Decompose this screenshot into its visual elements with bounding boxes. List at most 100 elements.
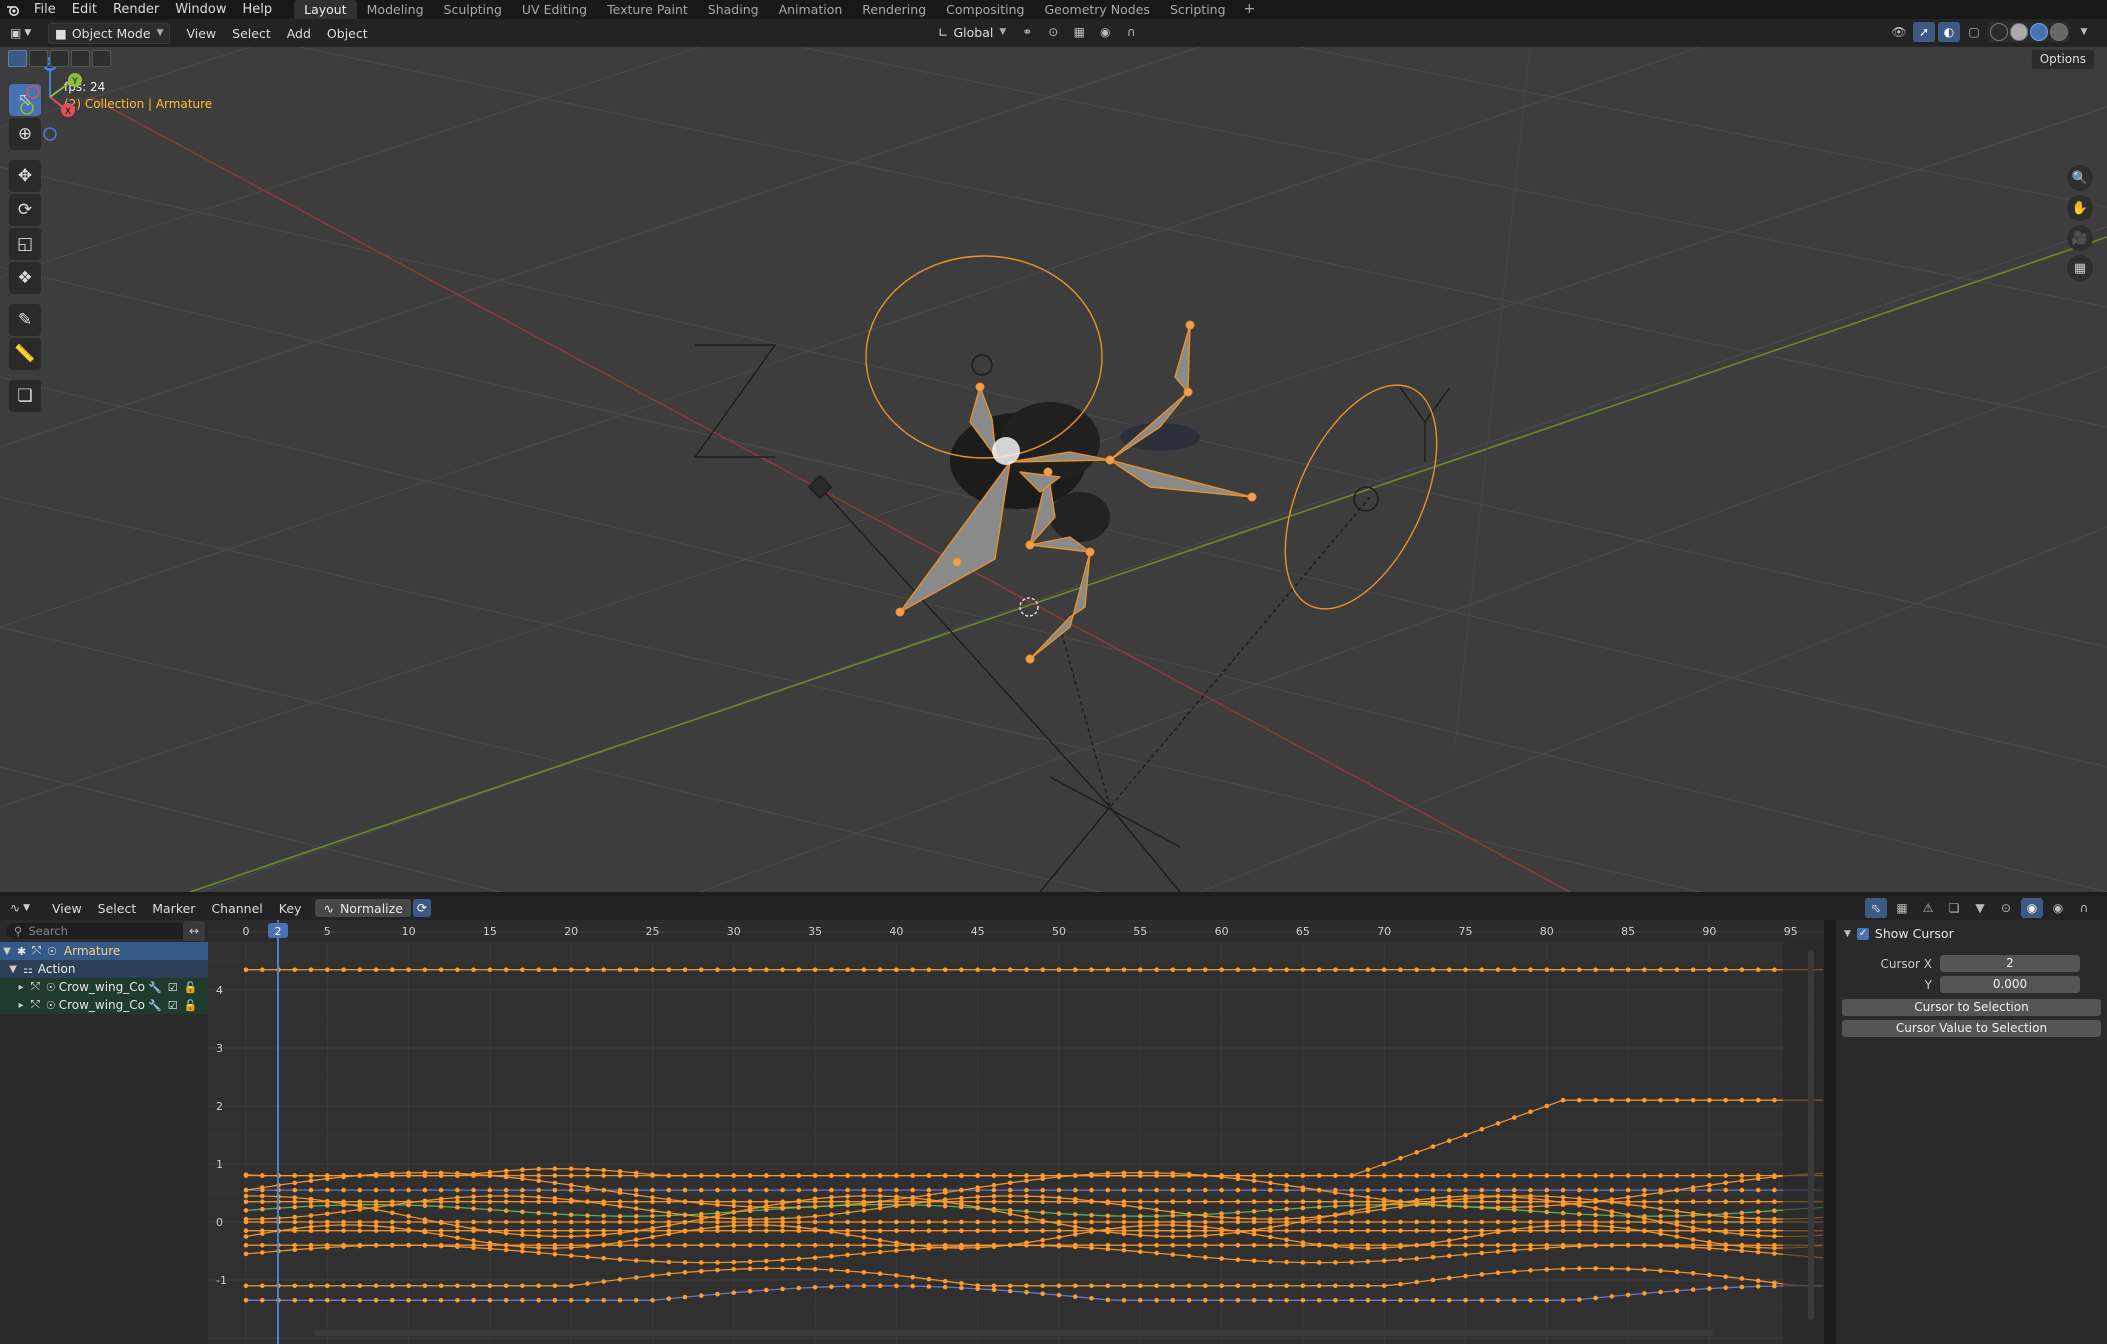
keyframe-point[interactable] bbox=[1024, 1199, 1029, 1204]
keyframe-point[interactable] bbox=[568, 1197, 574, 1203]
keyframe-point[interactable] bbox=[812, 1242, 818, 1248]
keyframe-point[interactable] bbox=[487, 1199, 493, 1204]
keyframe-point[interactable] bbox=[1414, 1150, 1419, 1155]
keyframe-point[interactable] bbox=[1333, 1298, 1338, 1303]
keyframe-point[interactable] bbox=[699, 1293, 704, 1298]
keyframe-point[interactable] bbox=[877, 1219, 883, 1225]
auto-normalize-icon[interactable]: ⟳ bbox=[412, 899, 431, 917]
keyframe-point[interactable] bbox=[1512, 1228, 1517, 1233]
keyframe-point[interactable] bbox=[1446, 1298, 1452, 1303]
keyframe-point[interactable] bbox=[1707, 1187, 1712, 1193]
keyframe-point[interactable] bbox=[406, 1219, 411, 1225]
keyframe-point[interactable] bbox=[812, 967, 818, 972]
keyframe-point[interactable] bbox=[1430, 1200, 1436, 1205]
keyframe-point[interactable] bbox=[1040, 1194, 1045, 1199]
keyframe-point[interactable] bbox=[829, 1228, 834, 1233]
gizmo-neg-y-handle[interactable] bbox=[20, 101, 34, 115]
keyframe-point[interactable] bbox=[422, 1283, 428, 1289]
keyframe-point[interactable] bbox=[699, 1219, 704, 1225]
only-errors-icon[interactable]: ⚠ bbox=[1917, 898, 1939, 918]
keyframe-point[interactable] bbox=[1739, 1199, 1745, 1204]
channel-armature[interactable]: ▼ ✱ ⤲ ☉ Armature bbox=[0, 942, 208, 960]
keyframe-point[interactable] bbox=[1154, 1213, 1159, 1219]
keyframe-point[interactable] bbox=[633, 1237, 639, 1242]
keyframe-point[interactable] bbox=[1154, 967, 1159, 972]
keyframe-point[interactable] bbox=[1300, 1205, 1306, 1211]
keyframe-point[interactable] bbox=[699, 1242, 704, 1248]
keyframe-point[interactable] bbox=[487, 1219, 493, 1225]
keyframe-point[interactable] bbox=[1430, 1144, 1436, 1149]
keyframe-point[interactable] bbox=[568, 1166, 574, 1172]
keyframe-point[interactable] bbox=[471, 1199, 476, 1204]
keyframe-point[interactable] bbox=[1219, 1187, 1224, 1193]
keyframe-point[interactable] bbox=[1560, 1187, 1566, 1193]
modifier-wrench-icon[interactable]: 🔧 bbox=[148, 981, 162, 994]
keyframe-point[interactable] bbox=[503, 1193, 509, 1199]
keyframe-point[interactable] bbox=[910, 967, 915, 972]
keyframe-point[interactable] bbox=[1593, 1243, 1598, 1248]
keyframe-point[interactable] bbox=[503, 1283, 509, 1289]
cursor-y-field[interactable]: 0.000 bbox=[1940, 976, 2080, 993]
keyframe-point[interactable] bbox=[1251, 1173, 1257, 1178]
keyframe-point[interactable] bbox=[243, 1187, 249, 1193]
keyframe-point[interactable] bbox=[1154, 1250, 1159, 1256]
pin-icon[interactable]: ⤲ bbox=[31, 998, 40, 1012]
keyframe-point[interactable] bbox=[796, 1256, 802, 1262]
keyframe-point[interactable] bbox=[585, 1298, 590, 1303]
keyframe-point[interactable] bbox=[1219, 1173, 1224, 1178]
keyframe-point[interactable] bbox=[731, 1267, 737, 1272]
tab-uv-editing[interactable]: UV Editing bbox=[512, 0, 597, 19]
keyframe-point[interactable] bbox=[1073, 1228, 1078, 1233]
keyframe-point[interactable] bbox=[1430, 1173, 1436, 1178]
keyframe-point[interactable] bbox=[715, 1187, 720, 1193]
keyframe-point[interactable] bbox=[552, 1251, 558, 1257]
keyframe-point[interactable] bbox=[1446, 967, 1452, 972]
keyframe-point[interactable] bbox=[1365, 1195, 1371, 1200]
keyframe-point[interactable] bbox=[1430, 1277, 1436, 1283]
keyframe-point[interactable] bbox=[796, 1242, 802, 1248]
keyframe-point[interactable] bbox=[1577, 967, 1582, 972]
keyframe-point[interactable] bbox=[357, 1228, 363, 1233]
keyframe-point[interactable] bbox=[487, 1246, 493, 1251]
keyframe-point[interactable] bbox=[1203, 1173, 1208, 1178]
keyframe-point[interactable] bbox=[243, 1298, 249, 1303]
keyframe-point[interactable] bbox=[1007, 1173, 1013, 1178]
keyframe-point[interactable] bbox=[1690, 1237, 1696, 1242]
keyframe-point[interactable] bbox=[1609, 1199, 1615, 1205]
keyframe-point[interactable] bbox=[975, 1173, 980, 1178]
auto-snap-icon[interactable]: ◉ bbox=[2021, 898, 2043, 918]
keyframe-point[interactable] bbox=[1414, 1219, 1419, 1225]
keyframe-point[interactable] bbox=[1430, 1298, 1436, 1303]
keyframe-point[interactable] bbox=[699, 1260, 704, 1265]
wireframe-shading-icon[interactable] bbox=[1990, 23, 2008, 41]
keyframe-point[interactable] bbox=[243, 1199, 249, 1204]
keyframe-point[interactable] bbox=[1203, 1219, 1208, 1225]
armature-bones[interactable] bbox=[899, 324, 1253, 660]
keyframe-point[interactable] bbox=[1479, 1298, 1485, 1303]
keyframe-point[interactable] bbox=[552, 1298, 558, 1303]
keyframe-point[interactable] bbox=[747, 1289, 753, 1294]
keyframe-point[interactable] bbox=[1479, 1232, 1485, 1238]
keyframe-point[interactable] bbox=[1186, 967, 1192, 972]
keyframe-point[interactable] bbox=[829, 1254, 834, 1259]
keyframe-point[interactable] bbox=[1333, 967, 1338, 972]
keyframe-point[interactable] bbox=[1609, 967, 1615, 972]
zoom-icon[interactable]: 🔍 bbox=[2067, 165, 2093, 191]
keyframe-point[interactable] bbox=[1463, 1242, 1468, 1248]
keyframe-point[interactable] bbox=[1707, 1228, 1712, 1233]
keyframe-point[interactable] bbox=[1755, 1228, 1761, 1233]
keyframe-point[interactable] bbox=[926, 1228, 932, 1233]
keyframe-point[interactable] bbox=[1349, 967, 1354, 972]
keyframe-point[interactable] bbox=[1105, 1173, 1111, 1178]
keyframe-point[interactable] bbox=[1593, 1223, 1598, 1228]
keyframe-point[interactable] bbox=[1772, 1174, 1777, 1180]
keyframe-point[interactable] bbox=[1674, 1244, 1680, 1249]
keyframe-point[interactable] bbox=[1495, 1121, 1501, 1126]
keyframe-point[interactable] bbox=[1463, 967, 1468, 972]
keyframe-point[interactable] bbox=[650, 1219, 655, 1225]
keyframe-point[interactable] bbox=[1154, 1199, 1159, 1204]
keyframe-point[interactable] bbox=[292, 1214, 298, 1220]
keyframe-point[interactable] bbox=[894, 1273, 899, 1278]
keyframe-point[interactable] bbox=[1154, 1222, 1159, 1228]
keyframe-point[interactable] bbox=[861, 1251, 867, 1256]
